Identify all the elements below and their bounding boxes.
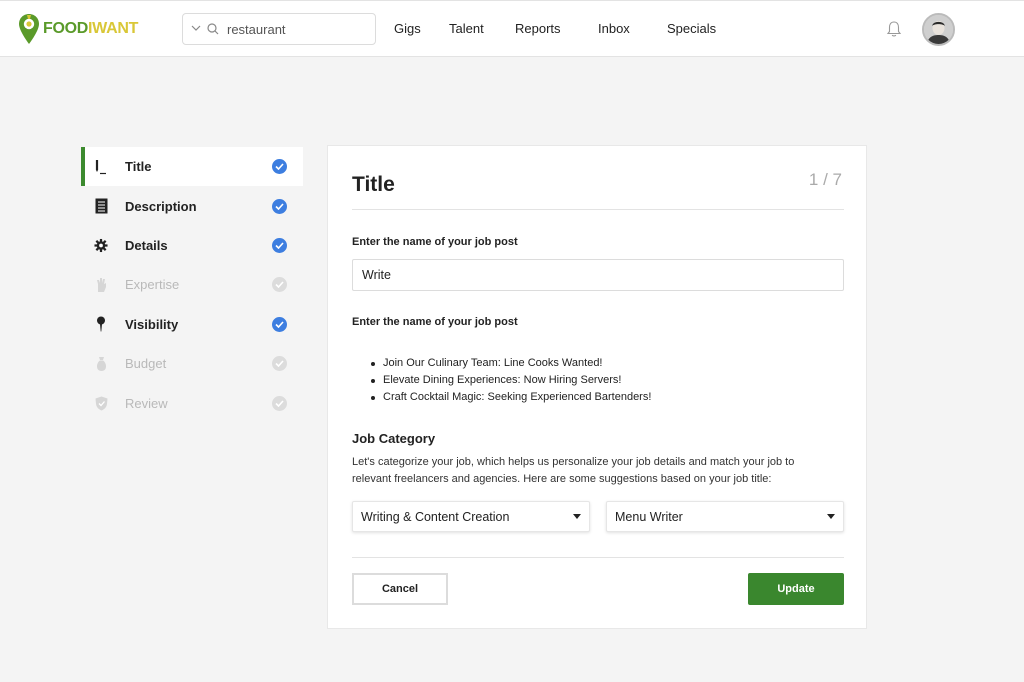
step-counter: 1 / 7 xyxy=(808,170,842,189)
list-item: Join Our Culinary Team: Line Cooks Wante… xyxy=(360,355,651,372)
step-label: Expertise xyxy=(125,277,180,293)
shield-icon xyxy=(94,395,108,411)
search-input[interactable] xyxy=(227,21,367,37)
pen-icon xyxy=(94,159,108,175)
money-bag-icon xyxy=(94,356,108,372)
brand-logo[interactable]: FOODIWANT xyxy=(18,13,138,45)
nav-specials[interactable]: Specials xyxy=(667,21,716,36)
step-label: Details xyxy=(125,237,168,253)
search-box[interactable] xyxy=(182,13,376,45)
example-titles-list: Join Our Culinary Team: Line Cooks Wante… xyxy=(360,355,651,406)
step-label: Review xyxy=(125,395,168,411)
step-visibility[interactable]: Visibility xyxy=(81,305,303,344)
pin-icon xyxy=(94,316,108,332)
check-icon xyxy=(272,356,287,372)
category-select[interactable]: Writing & Content Creation xyxy=(352,501,590,532)
avatar[interactable] xyxy=(922,13,955,46)
job-category-heading: Job Category xyxy=(352,431,436,446)
update-button[interactable]: Update xyxy=(748,573,844,605)
step-description[interactable]: Description xyxy=(81,186,303,225)
cancel-button[interactable]: Cancel xyxy=(352,573,448,605)
job-name-label: Enter the name of your job post xyxy=(352,236,518,248)
step-label: Visibility xyxy=(125,316,179,332)
check-icon xyxy=(272,395,287,411)
check-icon xyxy=(272,277,287,293)
job-name-input[interactable] xyxy=(352,259,844,291)
step-sidebar: Title Description Details Expertise Visi… xyxy=(81,147,303,423)
hand-icon xyxy=(94,277,108,293)
examples-label: Enter the name of your job post xyxy=(352,316,518,328)
list-item: Craft Cocktail Magic: Seeking Experience… xyxy=(360,389,651,406)
category-select-value: Writing & Content Creation xyxy=(361,509,510,524)
brand-name: FOODIWANT xyxy=(43,20,139,37)
caret-down-icon xyxy=(573,514,581,519)
check-icon xyxy=(272,316,287,332)
job-category-description: Let's categorize your job, which helps u… xyxy=(352,456,795,485)
step-label: Description xyxy=(125,198,197,214)
check-icon xyxy=(272,198,287,214)
subcategory-select[interactable]: Menu Writer xyxy=(606,501,844,532)
search-icon[interactable] xyxy=(205,22,223,36)
step-details[interactable]: Details xyxy=(81,226,303,265)
bell-icon[interactable] xyxy=(886,20,902,38)
chevron-down-icon[interactable] xyxy=(191,24,203,35)
step-label: Budget xyxy=(125,356,167,372)
step-expertise[interactable]: Expertise xyxy=(81,265,303,304)
user-avatar-icon xyxy=(924,15,953,44)
list-item: Elevate Dining Experiences: Now Hiring S… xyxy=(360,372,651,389)
job-post-panel: Title 1 / 7 Enter the name of your job p… xyxy=(327,145,867,629)
step-budget[interactable]: Budget xyxy=(81,344,303,383)
step-review[interactable]: Review xyxy=(81,383,303,422)
subcategory-select-value: Menu Writer xyxy=(615,509,683,524)
caret-down-icon xyxy=(827,514,835,519)
check-icon xyxy=(272,237,287,253)
gear-icon xyxy=(94,237,108,253)
nav-gigs[interactable]: Gigs xyxy=(394,21,421,36)
check-icon xyxy=(272,159,287,175)
document-icon xyxy=(94,198,108,214)
nav-inbox[interactable]: Inbox xyxy=(598,21,630,36)
divider xyxy=(352,557,844,558)
nav-talent[interactable]: Talent xyxy=(449,21,484,36)
step-title[interactable]: Title xyxy=(81,147,303,187)
top-bar: FOODIWANT Gigs Talent Reports Inbox Spec… xyxy=(0,0,1024,57)
location-pin-icon xyxy=(19,14,39,44)
divider xyxy=(352,209,844,210)
panel-title: Title xyxy=(352,173,395,196)
nav-reports[interactable]: Reports xyxy=(515,21,561,36)
step-label: Title xyxy=(125,159,152,175)
